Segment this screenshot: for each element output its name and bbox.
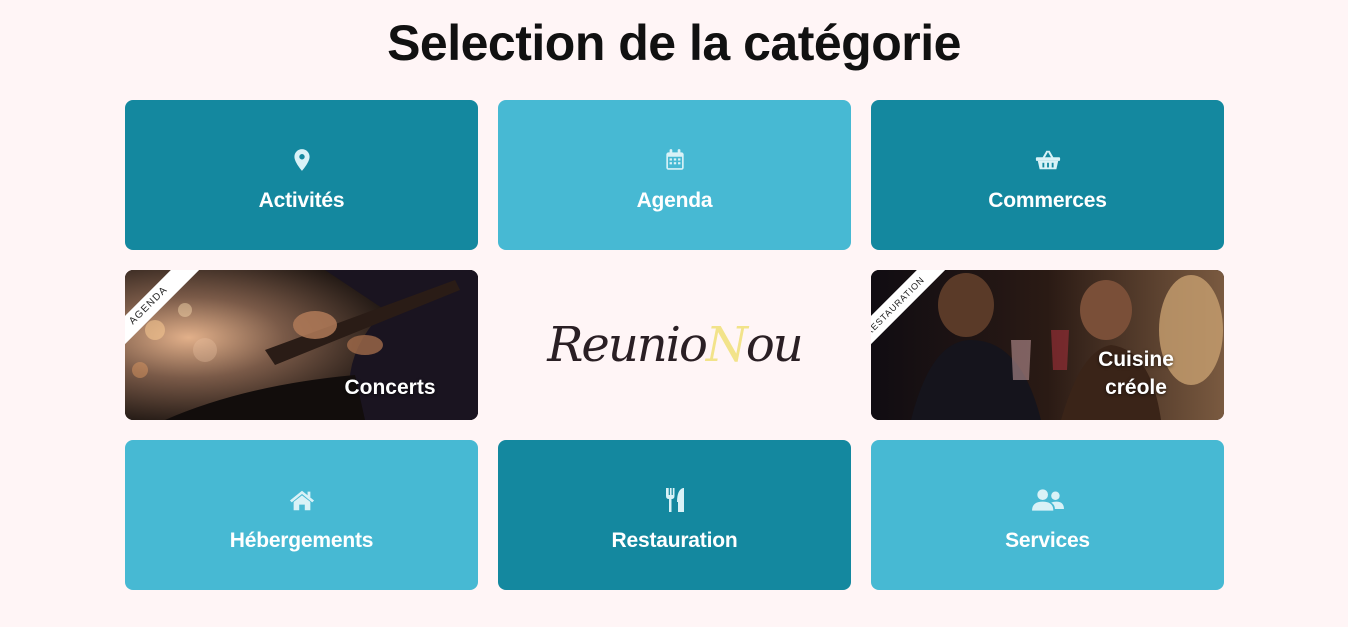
category-tile-services[interactable]: Services [871,440,1224,590]
category-tile-hebergements[interactable]: Hébergements [125,440,478,590]
featured-tile-concerts[interactable]: AGENDA Concerts [125,270,478,420]
featured-title: Cuisine créole [1098,348,1174,399]
category-label: Activités [258,189,345,212]
utensils-icon [665,488,684,512]
category-tile-restauration[interactable]: Restauration [498,440,851,590]
page-title: Selection de la catégorie [387,15,961,71]
calendar-icon [665,149,684,170]
users-icon [1031,489,1064,511]
category-label: Restauration [611,529,738,552]
category-ribbon: RESTAURATION [871,270,952,360]
reunionou-logo: ReunioNou [547,317,803,373]
category-label: Agenda [636,189,713,212]
category-label: Commerces [988,189,1107,212]
featured-tile-cuisine-creole[interactable]: RESTAURATION Cuisine créole [871,270,1224,420]
category-label: Hébergements [229,529,374,552]
map-marker-icon [293,149,310,171]
category-ribbon: AGENDA [125,270,206,360]
category-tile-commerces[interactable]: Commerces [871,100,1224,250]
home-icon [289,490,314,511]
category-tile-agenda[interactable]: Agenda [498,100,851,250]
category-label: Services [1005,529,1090,552]
category-tile-activites[interactable]: Activités [125,100,478,250]
basket-icon [1035,150,1060,170]
featured-title: Concerts [344,376,436,399]
